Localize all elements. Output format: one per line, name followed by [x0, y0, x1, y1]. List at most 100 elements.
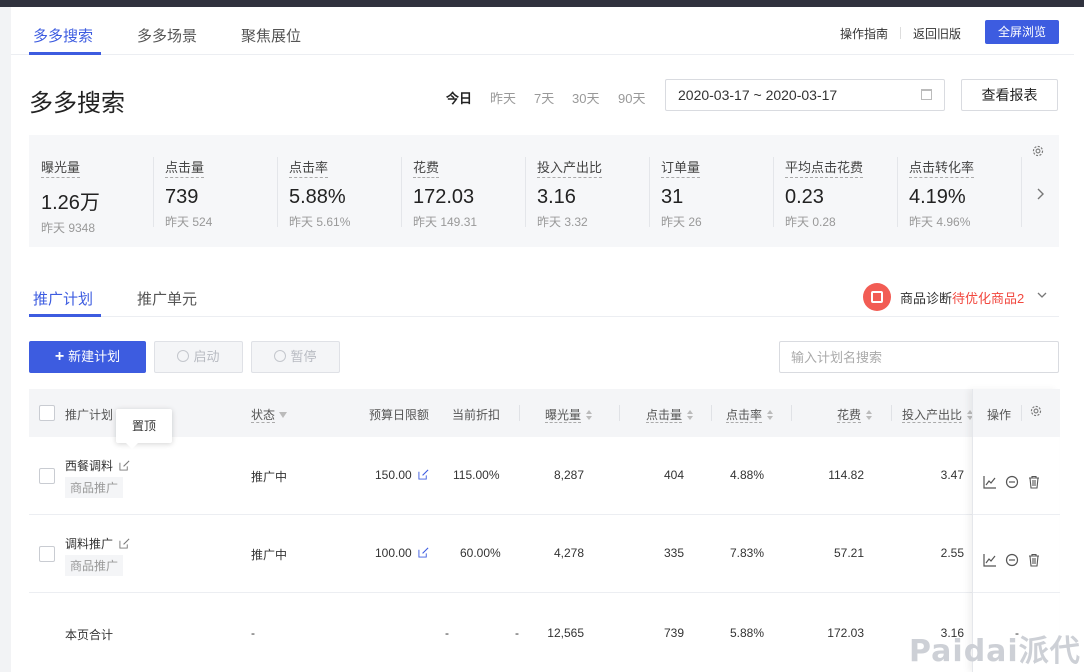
- select-all-checkbox[interactable]: [39, 405, 55, 421]
- metric-yesterday: 昨天 4.96%: [909, 215, 971, 229]
- chart-icon[interactable]: [983, 475, 997, 489]
- old-version-link[interactable]: 返回旧版: [913, 25, 961, 42]
- plan-budget-value: 150.00: [375, 468, 412, 482]
- date-range-picker[interactable]: 2020-03-17 ~ 2020-03-17: [665, 79, 945, 111]
- col-impressions[interactable]: 曝光量: [545, 406, 593, 423]
- chevron-down-icon[interactable]: [1037, 290, 1047, 300]
- metric-value: 1.26万: [41, 192, 100, 214]
- plan-discount: 115.00%: [453, 468, 500, 482]
- range-90days[interactable]: 90天: [618, 88, 645, 107]
- view-report-button[interactable]: 查看报表: [961, 79, 1058, 111]
- plan-ctr: 7.83%: [729, 546, 764, 560]
- range-7days[interactable]: 7天: [534, 88, 554, 107]
- metric-yesterday: 昨天 524: [165, 215, 213, 229]
- gear-icon[interactable]: [1031, 144, 1045, 158]
- plan-search-input[interactable]: [779, 341, 1059, 373]
- pause-icon: [274, 350, 287, 362]
- pause-circle-icon[interactable]: [1005, 553, 1019, 567]
- metric-clicks[interactable]: 点击量 739 昨天 524: [165, 157, 212, 230]
- row-divider: [973, 592, 1060, 593]
- plan-budget[interactable]: 150.00: [375, 468, 429, 482]
- diagnosis-icon[interactable]: [863, 283, 891, 311]
- total-label: 本页合计: [65, 628, 114, 642]
- new-plan-button[interactable]: + 新建计划: [29, 341, 146, 373]
- chart-icon[interactable]: [983, 553, 997, 567]
- metric-value: 4.19%: [909, 186, 966, 208]
- product-diagnosis[interactable]: 商品诊断待优化商品2: [900, 288, 1024, 307]
- guide-link[interactable]: 操作指南: [840, 25, 888, 42]
- tab-promotion-plan[interactable]: 推广计划: [33, 288, 93, 309]
- metric-divider: [773, 157, 774, 227]
- col-clicks-label: 点击量: [646, 408, 683, 423]
- row-checkbox[interactable]: [39, 468, 55, 484]
- metric-value: 172.03: [413, 186, 475, 208]
- metric-label: 曝光量: [41, 157, 81, 178]
- chevron-right-icon[interactable]: [1033, 187, 1047, 201]
- sort-icon[interactable]: [687, 410, 694, 420]
- fullscreen-button[interactable]: 全屏浏览: [985, 20, 1059, 44]
- edit-icon[interactable]: [119, 538, 130, 549]
- metric-impressions[interactable]: 曝光量 1.26万 昨天 9348: [41, 157, 100, 236]
- range-today[interactable]: 今日: [446, 88, 472, 107]
- page-title: 多多搜索: [29, 90, 125, 117]
- metric-click-conversion[interactable]: 点击转化率 4.19% 昨天 4.96%: [909, 157, 975, 230]
- col-ctr-label: 点击率: [726, 408, 763, 423]
- col-cost[interactable]: 花费: [837, 406, 873, 423]
- edit-icon[interactable]: [418, 469, 429, 480]
- plan-roi: 2.55: [940, 546, 964, 560]
- table-row[interactable]: 调料推广 商品推广 推广中 100.00 60.00% 4,278 335 7.…: [29, 515, 972, 593]
- plan-ctr: 4.88%: [729, 468, 764, 482]
- tab-duoduo-scene[interactable]: 多多场景: [137, 25, 197, 46]
- metric-ctr[interactable]: 点击率 5.88% 昨天 5.61%: [289, 157, 350, 230]
- metric-label: 花费: [413, 157, 440, 178]
- plan-name[interactable]: 调料推广: [65, 535, 130, 552]
- nav-divider: [900, 27, 901, 39]
- filter-icon[interactable]: [279, 412, 288, 418]
- plan-name[interactable]: 西餐调料: [65, 457, 130, 474]
- table-row[interactable]: 西餐调料 商品推广 推广中 150.00 115.00% 8,287 404 4…: [29, 437, 972, 515]
- col-ctr[interactable]: 点击率: [726, 406, 774, 423]
- plan-status: 推广中: [251, 548, 288, 562]
- play-icon: [177, 350, 190, 362]
- range-yesterday[interactable]: 昨天: [490, 88, 516, 107]
- sort-icon[interactable]: [586, 410, 593, 420]
- col-roi[interactable]: 投入产出比: [902, 406, 974, 423]
- metric-avg-click-cost[interactable]: 平均点击花费 0.23 昨天 0.28: [785, 157, 864, 230]
- tab-focus-booth[interactable]: 聚焦展位: [241, 25, 301, 46]
- col-divider: [711, 405, 712, 421]
- metric-divider: [649, 157, 650, 227]
- pause-button[interactable]: 暂停: [251, 341, 340, 373]
- tab-promotion-unit[interactable]: 推广单元: [137, 288, 197, 309]
- metric-label: 点击转化率: [909, 157, 975, 178]
- sort-icon[interactable]: [767, 410, 774, 420]
- start-button[interactable]: 启动: [154, 341, 243, 373]
- edit-icon[interactable]: [119, 460, 130, 471]
- plan-type-tag: 商品推广: [65, 477, 124, 498]
- pause-circle-icon[interactable]: [1005, 475, 1019, 489]
- tab-duoduo-search[interactable]: 多多搜索: [33, 25, 93, 46]
- col-status[interactable]: 状态: [251, 406, 288, 423]
- start-label: 启动: [193, 349, 220, 364]
- sort-icon[interactable]: [866, 410, 873, 420]
- trash-icon[interactable]: [1027, 553, 1041, 567]
- gear-icon[interactable]: [1029, 404, 1043, 418]
- plan-budget[interactable]: 100.00: [375, 546, 429, 560]
- metric-cost[interactable]: 花费 172.03 昨天 149.31: [413, 157, 477, 230]
- metric-value: 31: [661, 186, 684, 208]
- col-clicks[interactable]: 点击量: [646, 406, 694, 423]
- metric-divider: [401, 157, 402, 227]
- col-impressions-label: 曝光量: [545, 408, 582, 423]
- edit-icon[interactable]: [418, 547, 429, 558]
- range-30days[interactable]: 30天: [572, 88, 599, 107]
- trash-icon[interactable]: [1027, 475, 1041, 489]
- plan-clicks: 335: [663, 546, 684, 560]
- total-ctr: 5.88%: [729, 626, 764, 640]
- row-checkbox[interactable]: [39, 546, 55, 562]
- col-plan: 推广计划: [65, 408, 114, 422]
- metric-roi[interactable]: 投入产出比 3.16 昨天 3.32: [537, 157, 603, 230]
- col-roi-label: 投入产出比: [902, 408, 963, 423]
- plan-cost: 57.21: [833, 546, 864, 560]
- metric-value: 3.16: [537, 186, 576, 208]
- metric-orders[interactable]: 订单量 31 昨天 26: [661, 157, 702, 230]
- plan-clicks: 404: [663, 468, 684, 482]
